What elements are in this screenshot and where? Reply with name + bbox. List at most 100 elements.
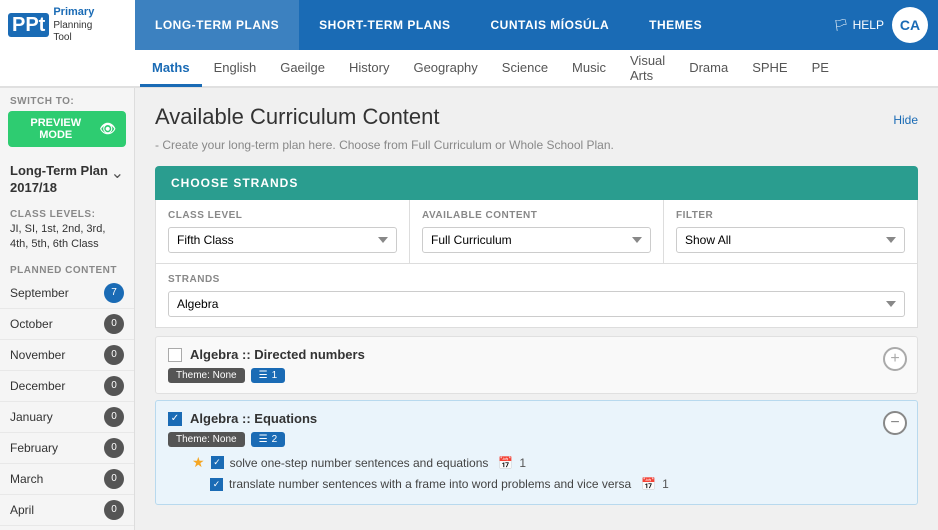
sub-items-equations: ★ ✓ solve one-step number sentences and … bbox=[168, 447, 905, 494]
curriculum-item-directed-numbers: Algebra :: Directed numbers Theme: None … bbox=[155, 336, 918, 394]
page-subtitle: - Create your long-term plan here. Choos… bbox=[155, 138, 614, 152]
top-nav: PPt Primary Planning Tool LONG-TERM PLAN… bbox=[0, 0, 938, 50]
checkbox-directed-numbers[interactable] bbox=[168, 348, 182, 362]
page-header: Available Curriculum Content - Create yo… bbox=[155, 104, 918, 152]
nav-cuntais[interactable]: CUNTAIS MÍOSÚLA bbox=[471, 0, 630, 50]
month-item-december[interactable]: December 0 bbox=[0, 371, 134, 402]
tab-pe[interactable]: PE bbox=[800, 51, 841, 87]
list-icon-2: ☰ bbox=[259, 434, 268, 445]
available-content-col: AVAILABLE CONTENT Full Curriculum bbox=[410, 200, 664, 263]
nav-right: 🏳 HELP CA bbox=[833, 7, 938, 43]
month-badge-november: 0 bbox=[104, 345, 124, 365]
theme-badge-2[interactable]: Theme: None bbox=[168, 432, 245, 447]
class-levels-label: CLASS LEVELS: bbox=[0, 205, 134, 222]
content-area: Available Curriculum Content - Create yo… bbox=[135, 88, 938, 530]
subject-tabs: Maths English Gaeilge History Geography … bbox=[0, 50, 938, 88]
checkbox-equations[interactable]: ✓ bbox=[168, 412, 182, 426]
strand-label: STRANDS bbox=[168, 274, 905, 285]
strands-panel-title: CHOOSE STRANDS bbox=[171, 176, 902, 190]
nav-themes[interactable]: THEMES bbox=[629, 0, 722, 50]
preview-mode-button[interactable]: PREVIEW MODE 👁 bbox=[8, 111, 126, 147]
cal-count-1: 1 bbox=[519, 456, 526, 470]
theme-badge-1[interactable]: Theme: None bbox=[168, 368, 245, 383]
calendar-icon-2: 📅 bbox=[641, 477, 656, 491]
month-item-november[interactable]: November 0 bbox=[0, 340, 134, 371]
tab-gaeilge[interactable]: Gaeilge bbox=[268, 51, 337, 87]
sub-checkbox-2[interactable]: ✓ bbox=[210, 478, 223, 491]
strand-select[interactable]: Algebra bbox=[168, 291, 905, 317]
avatar[interactable]: CA bbox=[892, 7, 928, 43]
tab-visual-arts[interactable]: Visual Arts bbox=[618, 51, 677, 87]
sub-item-text-2: translate number sentences with a frame … bbox=[229, 477, 631, 491]
nav-long-term-plans[interactable]: LONG-TERM PLANS bbox=[135, 0, 299, 50]
logo: PPt Primary Planning Tool bbox=[8, 6, 94, 43]
available-content-label: AVAILABLE CONTENT bbox=[422, 210, 651, 221]
nav-short-term-plans[interactable]: SHORT-TERM PLANS bbox=[299, 0, 470, 50]
list-icon: ☰ bbox=[259, 370, 268, 381]
class-level-label: CLASS LEVEL bbox=[168, 210, 397, 221]
cal-count-2: 1 bbox=[662, 477, 669, 491]
strands-panel: CHOOSE STRANDS bbox=[155, 166, 918, 200]
badges-row-1: Theme: None ☰ 1 bbox=[168, 368, 905, 383]
month-badge-january: 0 bbox=[104, 407, 124, 427]
star-icon-1[interactable]: ★ bbox=[192, 454, 205, 471]
item-header-2: ✓ Algebra :: Equations bbox=[168, 411, 905, 426]
tab-geography[interactable]: Geography bbox=[401, 51, 489, 87]
month-badge-december: 0 bbox=[104, 376, 124, 396]
month-item-january[interactable]: January 0 bbox=[0, 402, 134, 433]
filter-row: CLASS LEVEL Fifth Class AVAILABLE CONTEN… bbox=[155, 200, 918, 264]
tab-history[interactable]: History bbox=[337, 51, 401, 87]
help-button[interactable]: 🏳 HELP bbox=[833, 18, 884, 32]
class-level-col: CLASS LEVEL Fifth Class bbox=[156, 200, 410, 263]
tab-english[interactable]: English bbox=[202, 51, 269, 87]
tab-sphe[interactable]: SPHE bbox=[740, 51, 799, 87]
tab-music[interactable]: Music bbox=[560, 51, 618, 87]
month-item-february[interactable]: February 0 bbox=[0, 433, 134, 464]
plan-title-block: Long-Term Plan 2017/18 ⌄ bbox=[0, 155, 134, 205]
class-level-select[interactable]: Fifth Class bbox=[168, 227, 397, 253]
switch-to-label: SWITCH TO: bbox=[0, 88, 134, 111]
badges-row-2: Theme: None ☰ 2 bbox=[168, 432, 905, 447]
tab-maths[interactable]: Maths bbox=[140, 51, 202, 87]
calendar-icon-1: 📅 bbox=[498, 456, 513, 470]
month-badge-september: 7 bbox=[104, 283, 124, 303]
sub-item-text-1: solve one-step number sentences and equa… bbox=[230, 456, 489, 470]
sidebar: SWITCH TO: PREVIEW MODE 👁 Long-Term Plan… bbox=[0, 88, 135, 530]
month-item-october[interactable]: October 0 bbox=[0, 309, 134, 340]
planned-content-label: PLANNED CONTENT bbox=[0, 261, 134, 278]
month-item-may[interactable]: May 0 bbox=[0, 526, 134, 530]
item-title-equations: Algebra :: Equations bbox=[190, 411, 317, 426]
month-badge-february: 0 bbox=[104, 438, 124, 458]
eye-icon: 👁 bbox=[99, 121, 116, 137]
month-item-april[interactable]: April 0 bbox=[0, 495, 134, 526]
logo-icon: PPt bbox=[8, 13, 49, 37]
month-badge-march: 0 bbox=[104, 469, 124, 489]
list-badge-2[interactable]: ☰ 2 bbox=[251, 432, 286, 447]
strand-row: STRANDS Algebra bbox=[155, 264, 918, 328]
filter-label: FILTER bbox=[676, 210, 905, 221]
item-title-directed-numbers: Algebra :: Directed numbers bbox=[190, 347, 365, 362]
sub-checkbox-1[interactable]: ✓ bbox=[211, 456, 224, 469]
nav-links: LONG-TERM PLANS SHORT-TERM PLANS CUNTAIS… bbox=[135, 0, 833, 50]
plan-chevron-icon[interactable]: ⌄ bbox=[111, 163, 124, 183]
month-item-september[interactable]: September 7 bbox=[0, 278, 134, 309]
sub-item-2: ✓ translate number sentences with a fram… bbox=[192, 474, 905, 494]
available-content-select[interactable]: Full Curriculum bbox=[422, 227, 651, 253]
filter-select[interactable]: Show All bbox=[676, 227, 905, 253]
flag-icon: 🏳 bbox=[833, 18, 848, 32]
month-item-march[interactable]: March 0 bbox=[0, 464, 134, 495]
remove-button-2[interactable]: − bbox=[883, 411, 907, 435]
tab-science[interactable]: Science bbox=[490, 51, 560, 87]
sub-item-1: ★ ✓ solve one-step number sentences and … bbox=[192, 451, 905, 474]
logo-area: PPt Primary Planning Tool bbox=[0, 0, 135, 50]
list-badge-1[interactable]: ☰ 1 bbox=[251, 368, 286, 383]
class-levels-text: JI, SI, 1st, 2nd, 3rd, 4th, 5th, 6th Cla… bbox=[0, 222, 134, 261]
filter-col: FILTER Show All bbox=[664, 200, 917, 263]
logo-text: Primary Planning Tool bbox=[53, 6, 94, 43]
add-button-1[interactable]: + bbox=[883, 347, 907, 371]
item-header-1: Algebra :: Directed numbers bbox=[168, 347, 905, 362]
hide-link[interactable]: Hide bbox=[893, 113, 918, 127]
tab-drama[interactable]: Drama bbox=[677, 51, 740, 87]
plan-title: Long-Term Plan 2017/18 bbox=[10, 163, 111, 197]
month-badge-october: 0 bbox=[104, 314, 124, 334]
